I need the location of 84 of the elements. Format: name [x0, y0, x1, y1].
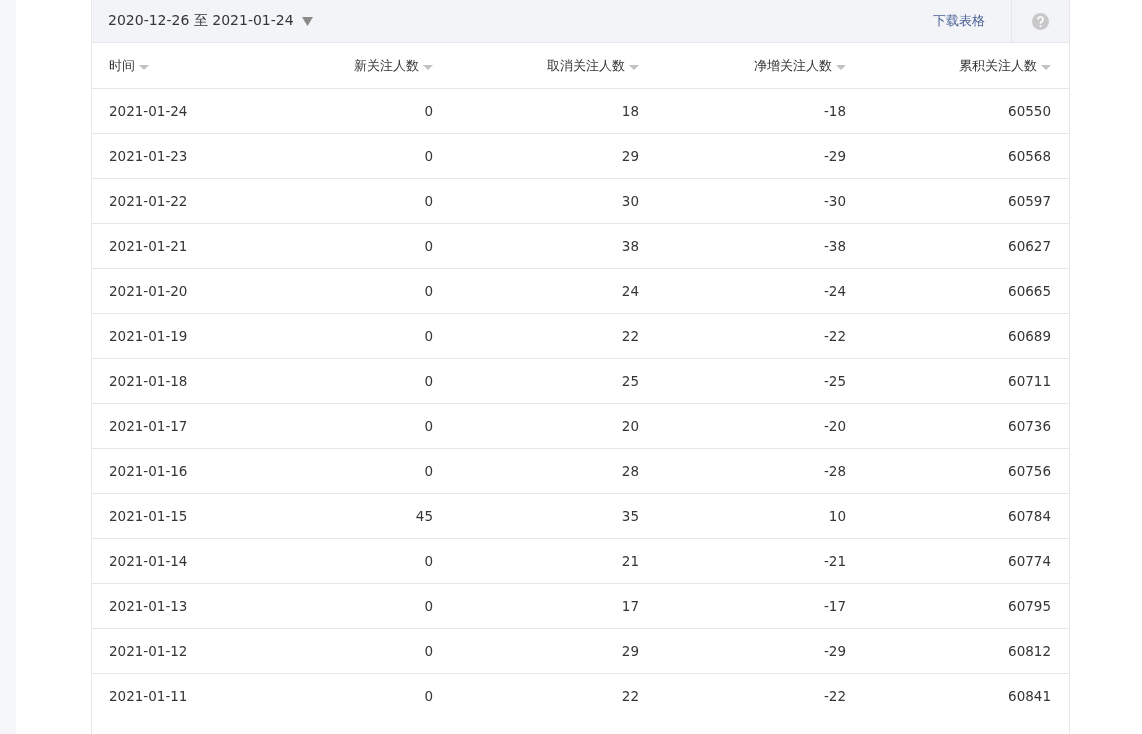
table-cell: 21: [621, 553, 639, 569]
table-cell: 2021-01-16: [109, 463, 188, 479]
table-cell: 2021-01-21: [109, 238, 188, 254]
table-cell: -22: [823, 688, 846, 704]
column-header[interactable]: 新关注人数: [354, 56, 433, 75]
column-header[interactable]: 时间: [109, 56, 149, 75]
table-cell: 17: [621, 598, 639, 614]
table-cell: 24: [621, 283, 639, 299]
table-cell: 2021-01-23: [109, 148, 188, 164]
sort-caret-icon: [139, 65, 149, 70]
table-cell: 0: [424, 463, 433, 479]
table-cell: -22: [823, 328, 846, 344]
table-cell: 28: [621, 463, 639, 479]
sort-caret-icon: [629, 65, 639, 70]
table-cell: 60784: [1008, 508, 1051, 524]
table-cell: 60711: [1008, 373, 1051, 389]
table-cell: 0: [424, 238, 433, 254]
table-cell: 25: [621, 373, 639, 389]
table-cell: 2021-01-24: [109, 103, 188, 119]
table-cell: 2021-01-12: [109, 643, 188, 659]
table-cell: 60597: [1008, 193, 1051, 209]
table-cell: 38: [621, 238, 639, 254]
table-cell: -20: [823, 418, 846, 434]
table-cell: 60665: [1008, 283, 1051, 299]
table-cell: 60812: [1008, 643, 1051, 659]
table-cell: -28: [823, 463, 846, 479]
table-cell: 30: [621, 193, 639, 209]
table-cell: 29: [621, 148, 639, 164]
table-cell: -30: [823, 193, 846, 209]
table-cell: 2021-01-19: [109, 328, 188, 344]
table-cell: 18: [621, 103, 639, 119]
table-cell: 20: [621, 418, 639, 434]
table-cell: 0: [424, 418, 433, 434]
sort-caret-icon: [1041, 65, 1051, 70]
table-cell: 10: [828, 508, 846, 524]
table-cell: 0: [424, 688, 433, 704]
table-cell: 2021-01-14: [109, 553, 188, 569]
table-cell: -38: [823, 238, 846, 254]
table-cell: 60627: [1008, 238, 1051, 254]
date-range-dropdown[interactable]: 2020-12-26 至 2021-01-24: [92, 12, 313, 30]
sort-caret-icon: [423, 65, 433, 70]
help-icon[interactable]: [1032, 12, 1049, 30]
table-cell: 45: [415, 508, 433, 524]
table-cell: 2021-01-20: [109, 283, 188, 299]
sort-caret-icon: [836, 65, 846, 70]
table-cell: 60795: [1008, 598, 1051, 614]
table-cell: 60841: [1008, 688, 1051, 704]
table-cell: 60568: [1008, 148, 1051, 164]
download-link[interactable]: 下载表格: [933, 12, 985, 30]
table-cell: -17: [823, 598, 846, 614]
table-cell: -18: [823, 103, 846, 119]
table-cell: 2021-01-15: [109, 508, 188, 524]
caret-icon: [301, 16, 313, 26]
column-header[interactable]: 累积关注人数: [959, 56, 1051, 75]
table-cell: 0: [424, 598, 433, 614]
table-cell: 2021-01-18: [109, 373, 188, 389]
table-cell: 35: [621, 508, 639, 524]
table-cell: 60774: [1008, 553, 1051, 569]
column-header[interactable]: 净增关注人数: [754, 56, 846, 75]
table-cell: 2021-01-13: [109, 598, 188, 614]
table-cell: 0: [424, 328, 433, 344]
table-cell: 60756: [1008, 463, 1051, 479]
table-cell: 2021-01-17: [109, 418, 188, 434]
table-cell: 2021-01-22: [109, 193, 188, 209]
table-cell: 29: [621, 643, 639, 659]
table-cell: 0: [424, 193, 433, 209]
table-cell: 0: [424, 373, 433, 389]
table-cell: 0: [424, 553, 433, 569]
column-header[interactable]: 取消关注人数: [547, 56, 639, 75]
table-cell: 0: [424, 148, 433, 164]
table-cell: 60550: [1008, 103, 1051, 119]
table-cell: -25: [823, 373, 846, 389]
table-cell: 0: [424, 103, 433, 119]
table-cell: -29: [823, 148, 846, 164]
table-cell: -24: [823, 283, 846, 299]
table-cell: 22: [621, 688, 639, 704]
table-cell: 60736: [1008, 418, 1051, 434]
table-cell: 60689: [1008, 328, 1051, 344]
table-cell: -21: [823, 553, 846, 569]
table-cell: 0: [424, 283, 433, 299]
table-cell: 22: [621, 328, 639, 344]
table-cell: 0: [424, 643, 433, 659]
table-cell: 2021-01-11: [109, 688, 188, 704]
table-cell: -29: [823, 643, 846, 659]
